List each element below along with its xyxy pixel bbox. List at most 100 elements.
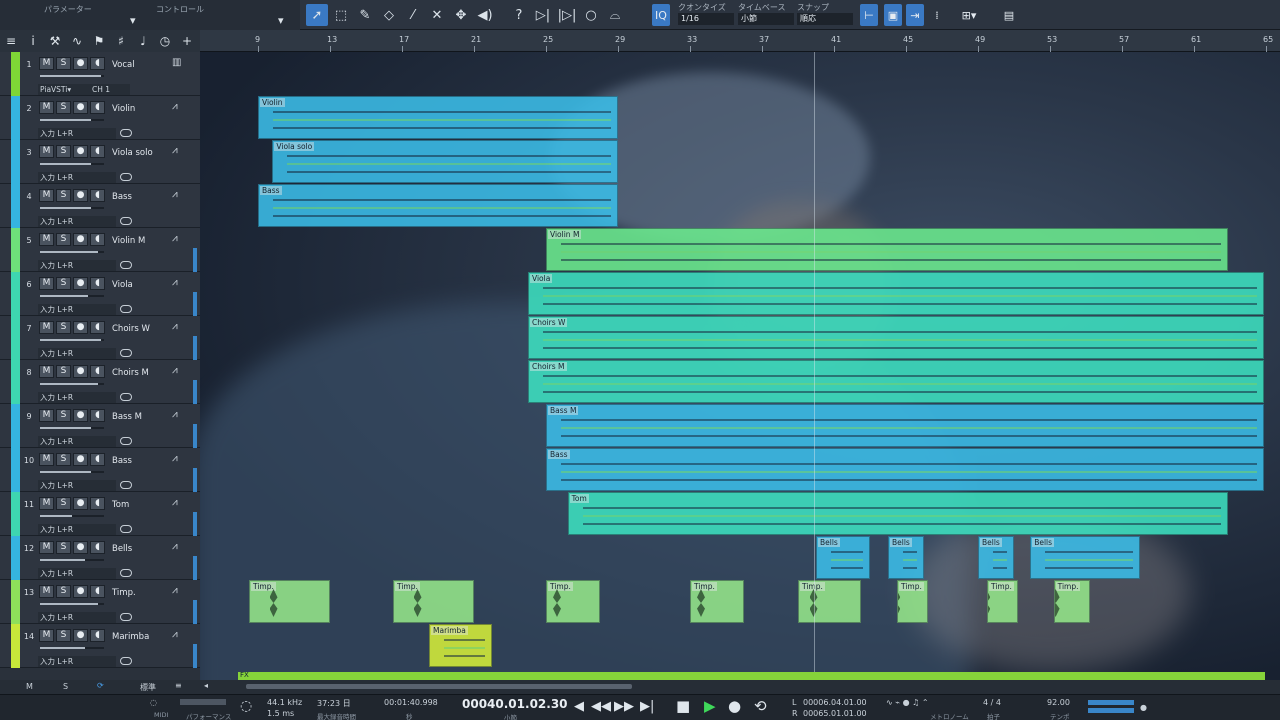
skip-marker-icon[interactable]: |▷| — [556, 4, 578, 26]
input-select[interactable]: 入力 L+R — [38, 128, 116, 139]
audio-clip[interactable]: Viola — [528, 272, 1265, 315]
record-arm-button[interactable]: ● — [73, 189, 88, 202]
input-select[interactable]: 入力 L+R — [38, 172, 116, 183]
audio-clip[interactable]: Marimba — [429, 624, 492, 667]
audio-clip[interactable]: Bells — [816, 536, 870, 579]
chord-icon[interactable]: ♯ — [110, 34, 132, 48]
audio-clip[interactable]: Timp. — [798, 580, 861, 623]
audio-clip[interactable]: Timp. — [690, 580, 744, 623]
mute-button[interactable]: M — [39, 233, 54, 246]
quantize-value[interactable]: 1/16 — [678, 13, 734, 25]
mute-button[interactable]: M — [39, 453, 54, 466]
mute-button[interactable]: M — [39, 321, 54, 334]
mute-button[interactable]: M — [39, 365, 54, 378]
monitor-button[interactable]: ◖ — [90, 585, 105, 598]
clock-icon[interactable]: ◷ — [154, 34, 176, 48]
track-row[interactable]: 11 M S ● ◖ Tom ⩘ 入力 L+R — [0, 492, 200, 536]
track-row[interactable]: 2 M S ● ◖ Violin ⩘ 入力 L+R — [0, 96, 200, 140]
track-name[interactable]: Choirs W — [112, 324, 150, 334]
track-row[interactable]: 8 M S ● ◖ Choirs M ⩘ 入力 L+R — [0, 360, 200, 404]
eraser-tool-icon[interactable]: ◇ — [378, 4, 400, 26]
position-display[interactable]: 00040.01.02.30 — [462, 697, 568, 711]
monitor-toggle-icon[interactable] — [120, 261, 132, 269]
tempo-value[interactable]: 92.00 — [1047, 698, 1070, 707]
monitor-button[interactable]: ◖ — [90, 321, 105, 334]
track-row[interactable]: 13 M S ● ◖ Timp. ⩘ 入力 L+R — [0, 580, 200, 624]
solo-button[interactable]: S — [56, 57, 71, 70]
solo-button[interactable]: S — [56, 497, 71, 510]
monitor-toggle-icon[interactable] — [120, 613, 132, 621]
monitor-button[interactable]: ◖ — [90, 409, 105, 422]
volume-fader[interactable] — [40, 251, 104, 253]
monitor-button[interactable]: ◖ — [90, 57, 105, 70]
volume-fader[interactable] — [40, 471, 104, 473]
time-signature[interactable]: 4 / 4 — [983, 698, 1001, 707]
input-select[interactable]: 入力 L+R — [38, 348, 116, 359]
solo-all-button[interactable]: S — [63, 682, 68, 691]
next-marker-icon[interactable]: ▶| — [640, 699, 654, 714]
volume-fader[interactable] — [40, 383, 104, 385]
solo-button[interactable]: S — [56, 629, 71, 642]
layout-grid-icon[interactable]: ⊞▾ — [956, 4, 982, 26]
audio-clip[interactable]: Viola solo — [272, 140, 618, 183]
record-arm-button[interactable]: ● — [73, 497, 88, 510]
track-name[interactable]: Violin M — [112, 236, 145, 246]
audio-clip[interactable]: Timp. — [897, 580, 928, 623]
audio-clip[interactable]: Choirs W — [528, 316, 1265, 359]
input-select[interactable]: 入力 L+R — [38, 392, 116, 403]
record-arm-button[interactable]: ● — [73, 277, 88, 290]
record-arm-button[interactable]: ● — [73, 145, 88, 158]
audio-clip[interactable]: Bass M — [546, 404, 1265, 447]
solo-button[interactable]: S — [56, 585, 71, 598]
audio-clip[interactable]: Timp. — [249, 580, 330, 623]
record-arm-button[interactable]: ● — [73, 101, 88, 114]
volume-fader[interactable] — [40, 75, 104, 77]
track-name[interactable]: Bass M — [112, 412, 142, 422]
record-arm-button[interactable]: ● — [73, 453, 88, 466]
input-select[interactable]: 入力 L+R — [38, 436, 116, 447]
input-select[interactable]: 入力 L+R — [38, 216, 116, 227]
track-row[interactable]: 9 M S ● ◖ Bass M ⩘ 入力 L+R — [0, 404, 200, 448]
monitor-toggle-icon[interactable] — [120, 173, 132, 181]
solo-button[interactable]: S — [56, 321, 71, 334]
monitor-button[interactable]: ◖ — [90, 145, 105, 158]
track-row[interactable]: 12 M S ● ◖ Bells ⩘ 入力 L+R — [0, 536, 200, 580]
rewind-icon[interactable]: ◀◀ — [591, 699, 611, 714]
solo-button[interactable]: S — [56, 101, 71, 114]
info-icon[interactable]: i — [22, 34, 44, 48]
track-name[interactable]: Vocal — [112, 60, 135, 70]
monitor-toggle-icon[interactable] — [120, 437, 132, 445]
scroll-left-icon[interactable]: ◂ — [204, 681, 208, 690]
timeline-ruler[interactable]: 9 13 17 21 25 29 33 37 41 45 49 53 57 61 65 — [200, 30, 1280, 52]
split-view-icon[interactable]: ⁞ — [928, 4, 946, 26]
quantize-group[interactable]: クオンタイズ 1/16 — [678, 2, 734, 28]
mute-button[interactable]: M — [39, 101, 54, 114]
fast-forward-icon[interactable]: ▶▶ — [614, 699, 634, 714]
track-name[interactable]: Choirs M — [112, 368, 149, 378]
zoom-menu-icon[interactable]: ≡ — [175, 681, 182, 690]
help-icon[interactable]: ? — [508, 4, 530, 26]
timebase-group[interactable]: タイムベース 小節 — [738, 2, 794, 28]
zoom-icon[interactable]: ○ — [580, 4, 602, 26]
audio-clip[interactable]: Choirs M — [528, 360, 1265, 403]
volume-fader[interactable] — [40, 207, 104, 209]
snap-value[interactable]: 順応 — [797, 13, 853, 25]
monitor-toggle-icon[interactable] — [120, 393, 132, 401]
volume-fader[interactable] — [40, 295, 104, 297]
volume-fader[interactable] — [40, 427, 104, 429]
mute-button[interactable]: M — [39, 189, 54, 202]
monitor-button[interactable]: ◖ — [90, 233, 105, 246]
track-name[interactable]: Violin — [112, 104, 135, 114]
control-dropdown-icon[interactable]: ▾ — [278, 14, 284, 27]
monitor-toggle-icon[interactable] — [120, 481, 132, 489]
monitor-toggle-icon[interactable] — [120, 305, 132, 313]
audio-clip[interactable]: Bells — [1030, 536, 1140, 579]
mute-all-button[interactable]: M — [26, 682, 33, 691]
volume-fader[interactable] — [40, 559, 104, 561]
listen-tool-icon[interactable]: ◀) — [474, 4, 496, 26]
monitor-button[interactable]: ◖ — [90, 101, 105, 114]
record-arm-button[interactable]: ● — [73, 629, 88, 642]
record-icon[interactable]: ● — [728, 697, 741, 715]
track-row[interactable]: 4 M S ● ◖ Bass ⩘ 入力 L+R — [0, 184, 200, 228]
solo-button[interactable]: S — [56, 365, 71, 378]
